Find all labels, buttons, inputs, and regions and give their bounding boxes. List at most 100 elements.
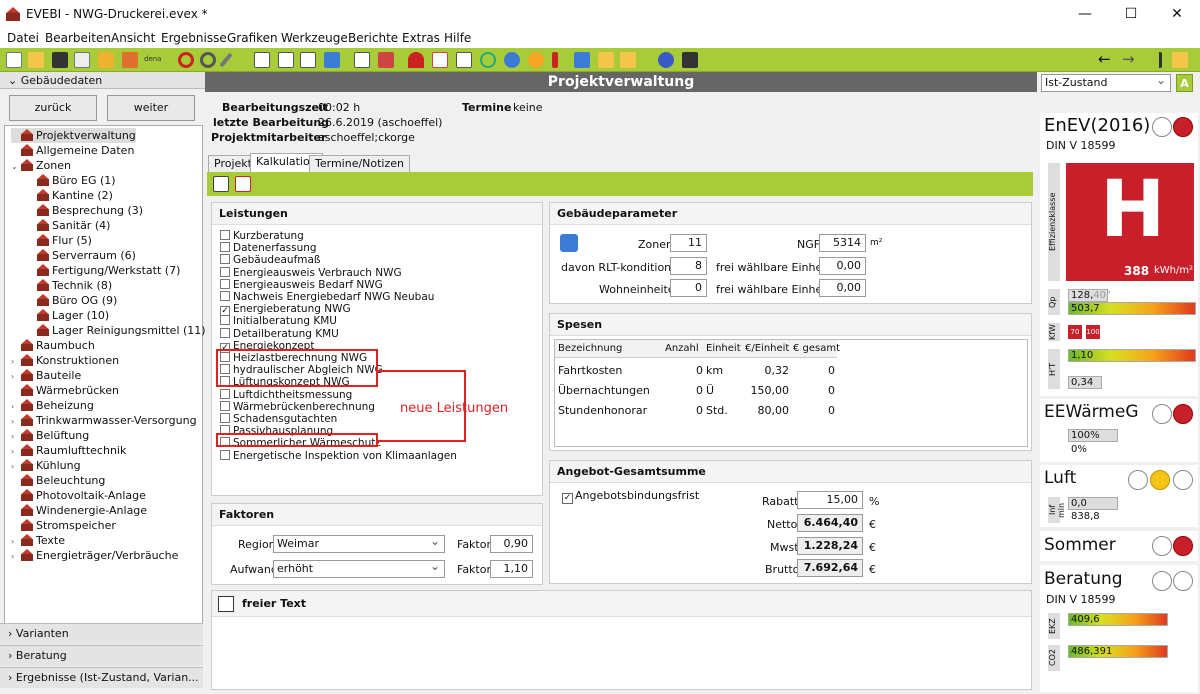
chart-icon[interactable]	[574, 52, 590, 68]
tree-item[interactable]: Beleuchtung	[11, 473, 105, 488]
table-row[interactable]: Übernachtungen 0 Ü 150,00 0	[555, 380, 837, 398]
tree-expander-icon[interactable]: ›	[11, 459, 21, 474]
copy-calc-icon[interactable]	[213, 176, 229, 192]
tab-termine-notizen[interactable]: Termine/Notizen	[309, 155, 411, 172]
menu-werkzeuge[interactable]: Werkzeuge	[281, 31, 348, 45]
rlt-input[interactable]: 8	[670, 257, 707, 275]
variant-select[interactable]: Ist-Zustand	[1041, 72, 1171, 92]
maximize-button[interactable]: ☐	[1108, 0, 1154, 29]
leistung-checkbox[interactable]: Nachweis Energiebedarf NWG Neubau	[220, 291, 434, 303]
tree-item[interactable]: › Kühlung	[11, 458, 81, 473]
forward-arrow-icon[interactable]: →	[1122, 50, 1135, 68]
cap-icon[interactable]	[408, 52, 424, 68]
table-row[interactable]: Fahrtkosten 0 km 0,32 0	[555, 360, 837, 378]
close-button[interactable]: ✕	[1154, 0, 1200, 29]
section-gebaeudedaten[interactable]: ⌄ Gebäudedaten	[0, 72, 205, 89]
tree-item[interactable]: › Beheizung	[11, 398, 94, 413]
copy-icon[interactable]	[74, 52, 90, 68]
back-button[interactable]: zurück	[9, 95, 97, 121]
tree-item[interactable]: Stromspeicher	[11, 518, 116, 533]
tree-expander-icon[interactable]: ›	[11, 354, 21, 369]
tree-icon[interactable]	[300, 52, 316, 68]
wohneinheiten-input[interactable]: 0	[670, 279, 707, 297]
redo-icon[interactable]	[200, 52, 216, 68]
tools-icon[interactable]	[1172, 52, 1188, 68]
tree-item[interactable]: Fertigung/Werkstatt (7)	[27, 263, 180, 278]
leistung-checkbox[interactable]: Gebäudeaufmaß	[220, 254, 321, 266]
menu-extras[interactable]: Extras	[402, 31, 440, 45]
sun-icon[interactable]	[528, 52, 544, 68]
menu-ansicht[interactable]: Ansicht	[111, 31, 155, 45]
zonen-input[interactable]: 11	[670, 234, 707, 252]
section-ergebnisse[interactable]: › Ergebnisse (Ist-Zustand, Varian...	[0, 667, 203, 688]
tree-item[interactable]: › Konstruktionen	[11, 353, 119, 368]
tree-item[interactable]: › Texte	[11, 533, 65, 548]
minimize-button[interactable]: —	[1062, 0, 1108, 29]
tree-expander-icon[interactable]: ⌄	[11, 159, 21, 174]
fe1-input[interactable]: 0,00	[819, 257, 866, 275]
tree-item[interactable]: › Energieträger/Verbräuche	[11, 548, 178, 563]
ladder-icon[interactable]	[378, 52, 394, 68]
menu-berichte[interactable]: Berichte	[348, 31, 398, 45]
aufwand-factor-input[interactable]: 1,10	[490, 560, 533, 578]
menu-grafiken[interactable]: Grafiken	[227, 31, 278, 45]
tree-item[interactable]: Lager Reinigungsmittel (11)	[27, 323, 206, 338]
rabatt-input[interactable]: 15,00	[797, 491, 863, 509]
section-varianten[interactable]: › Varianten	[0, 623, 203, 644]
leistung-checkbox[interactable]: Wärmebrückenberechnung	[220, 400, 375, 413]
tree-expander-icon[interactable]: ›	[11, 444, 21, 459]
folder2-icon[interactable]	[620, 52, 636, 68]
globe-icon[interactable]	[504, 52, 520, 68]
leistung-checkbox[interactable]: ✓ Energieberatung NWG	[220, 303, 351, 317]
back-arrow-icon[interactable]: ←	[1098, 50, 1111, 68]
next-button[interactable]: weiter	[107, 95, 195, 121]
tree-item[interactable]: Büro EG (1)	[27, 173, 116, 188]
leistung-checkbox[interactable]: Kurzberatung	[220, 230, 304, 242]
region-factor-input[interactable]: 0,90	[490, 535, 533, 553]
refresh-icon[interactable]	[560, 234, 578, 252]
menu-ergebnisse[interactable]: Ergebnisse	[161, 31, 227, 45]
tree-item[interactable]: Büro OG (9)	[27, 293, 117, 308]
tree-item[interactable]: Projektverwaltung	[11, 128, 136, 143]
tree-item[interactable]: Photovoltaik-Anlage	[11, 488, 146, 503]
tree-item[interactable]: › Raumlufttechnik	[11, 443, 126, 458]
ngf-input[interactable]: 5314	[819, 234, 866, 252]
new-icon[interactable]	[6, 52, 22, 68]
tree-item[interactable]: Kantine (2)	[27, 188, 113, 203]
tree-item[interactable]: Allgemeine Daten	[11, 143, 134, 158]
leistung-checkbox[interactable]: Schadensgutachten	[220, 413, 337, 425]
export-icon[interactable]	[122, 52, 138, 68]
calculator-icon[interactable]	[682, 52, 698, 68]
leistung-checkbox[interactable]: Initialberatung KMU	[220, 315, 337, 327]
tree-item[interactable]: ⌄ Zonen	[11, 158, 71, 173]
tree-item[interactable]: Sanitär (4)	[27, 218, 110, 233]
document-icon[interactable]	[254, 52, 270, 68]
wand-icon[interactable]	[219, 52, 233, 68]
tree-expander-icon[interactable]: ›	[11, 549, 21, 564]
leistung-checkbox[interactable]: Energieausweis Verbrauch NWG	[220, 266, 402, 279]
form-icon[interactable]	[456, 52, 472, 68]
section-beratung[interactable]: › Beratung	[0, 645, 203, 666]
bindungsfrist-checkbox[interactable]: ✓ Angebotsbindungsfrist	[562, 489, 699, 504]
sum-icon[interactable]	[324, 52, 340, 68]
menu-hilfe[interactable]: Hilfe	[444, 31, 471, 45]
tree-item[interactable]: Besprechung (3)	[27, 203, 143, 218]
leistung-checkbox[interactable]: Detailberatung KMU	[220, 327, 339, 340]
aufwand-select[interactable]: erhöht	[273, 558, 445, 578]
tree-item[interactable]: › Trinkwarmwasser-Versorgung	[11, 413, 197, 428]
a-badge[interactable]: A	[1176, 74, 1193, 92]
tree-item[interactable]: Raumbuch	[11, 338, 95, 353]
tree-expander-icon[interactable]: ›	[11, 429, 21, 444]
tree-item[interactable]: Wärmebrücken	[11, 383, 119, 398]
tree-item[interactable]: Flur (5)	[27, 233, 92, 248]
leistung-checkbox[interactable]: Energetische Inspektion von Klimaanlagen	[220, 449, 457, 462]
tree-item[interactable]: Lager (10)	[27, 308, 109, 323]
tree-expander-icon[interactable]: ›	[11, 534, 21, 549]
pdf-icon[interactable]	[432, 52, 448, 68]
table-row[interactable]: Stundenhonorar 0 Std. 80,00 0	[555, 400, 837, 418]
dena-icon[interactable]: dena	[144, 55, 161, 63]
open-icon[interactable]	[28, 52, 44, 68]
menu-bearbeiten[interactable]: Bearbeiten	[45, 31, 111, 45]
undo-icon[interactable]	[178, 52, 194, 68]
tree-item[interactable]: Technik (8)	[27, 278, 112, 293]
